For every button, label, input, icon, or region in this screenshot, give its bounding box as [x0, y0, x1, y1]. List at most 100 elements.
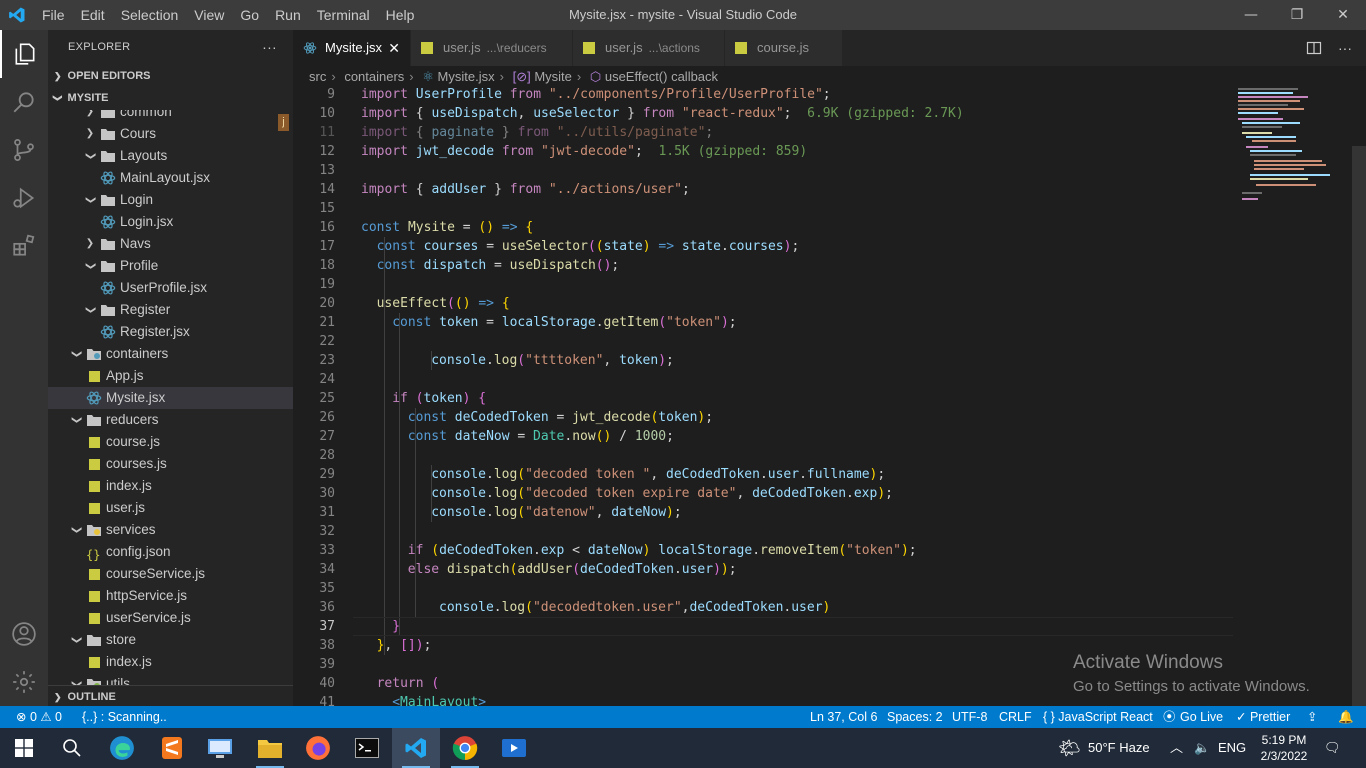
tab-label: user.js: [605, 40, 643, 55]
tree-item[interactable]: ❯ Login: [48, 189, 293, 211]
tab-user-js-reducers[interactable]: user.js ...\reducers: [411, 30, 573, 66]
more-actions-button[interactable]: ···: [262, 30, 277, 65]
menu-view[interactable]: View: [186, 0, 232, 30]
clock[interactable]: 5:19 PM 2/3/2022: [1256, 728, 1312, 768]
start-button[interactable]: [0, 728, 48, 768]
tree-item[interactable]: ❯ services: [48, 519, 293, 541]
manage-activity-button[interactable]: [0, 658, 48, 706]
explorer-activity-button[interactable]: [0, 30, 48, 78]
tree-item[interactable]: index.js: [48, 651, 293, 673]
language-mode[interactable]: { } JavaScript React: [1043, 706, 1153, 728]
chevron-right-icon: ❯: [85, 110, 95, 117]
project-section[interactable]: ❯ MYSITE: [48, 87, 293, 109]
volume-icon[interactable]: 🔈: [1194, 728, 1210, 768]
more-actions-icon[interactable]: ···: [1338, 40, 1352, 56]
tree-item[interactable]: Mysite.jsx: [48, 387, 293, 409]
weather-text[interactable]: 50°F Haze: [1088, 728, 1150, 768]
media-taskbar-button[interactable]: [490, 728, 538, 768]
tree-item[interactable]: ❯ Profile: [48, 255, 293, 277]
indentation[interactable]: Spaces: 2: [887, 706, 943, 728]
sublime-taskbar-button[interactable]: [148, 728, 196, 768]
chevron-up-icon[interactable]: ︿: [1170, 728, 1183, 768]
search-taskbar-button[interactable]: [48, 728, 96, 768]
restore-button[interactable]: ❐: [1274, 0, 1320, 30]
tree-item[interactable]: App.js: [48, 365, 293, 387]
accounts-activity-button[interactable]: [0, 610, 48, 658]
terminal-taskbar-button[interactable]: [343, 728, 391, 768]
scanning-status[interactable]: {..} : Scanning..: [82, 706, 167, 728]
edge-taskbar-button[interactable]: [98, 728, 146, 768]
code-token: "token": [666, 315, 721, 330]
open-editors-section[interactable]: ❯ OPEN EDITORS: [48, 65, 293, 87]
menu-edit[interactable]: Edit: [73, 0, 113, 30]
file-explorer-taskbar-button[interactable]: [246, 728, 294, 768]
source-control-activity-button[interactable]: [0, 126, 48, 174]
code-token: ,: [517, 106, 534, 121]
code-token: ;: [705, 410, 714, 425]
tree-item[interactable]: courseService.js: [48, 563, 293, 585]
tree-item[interactable]: courses.js: [48, 453, 293, 475]
tree-item[interactable]: index.js: [48, 475, 293, 497]
outline-section[interactable]: ❯ OUTLINE: [48, 685, 293, 706]
go-live-button[interactable]: Go Live: [1180, 706, 1223, 728]
breadcrumb-containers[interactable]: containers: [344, 69, 404, 84]
line-ending[interactable]: CRLF: [999, 706, 1032, 728]
firefox-taskbar-button[interactable]: [294, 728, 342, 768]
action-center-icon[interactable]: 🗨: [1324, 728, 1341, 768]
code-token: 1000: [634, 429, 667, 444]
tree-item[interactable]: course.js: [48, 431, 293, 453]
notifications-icon[interactable]: 🔔: [1338, 706, 1354, 728]
input-language[interactable]: ENG: [1218, 728, 1246, 768]
close-window-button[interactable]: ✕: [1320, 0, 1366, 30]
code-token: ;: [666, 429, 674, 444]
encoding[interactable]: UTF-8: [952, 706, 987, 728]
feedback-icon[interactable]: ⇪: [1307, 706, 1317, 728]
tree-item[interactable]: MainLayout.jsx: [48, 167, 293, 189]
cursor-position[interactable]: Ln 37, Col 6: [810, 706, 877, 728]
split-editor-icon[interactable]: [1306, 40, 1322, 56]
vscode-taskbar-button[interactable]: [392, 728, 440, 768]
extensions-activity-button[interactable]: [0, 222, 48, 270]
tab-mysite-jsx[interactable]: Mysite.jsx ✕: [293, 30, 411, 66]
tree-item[interactable]: ❯ Cours: [48, 123, 293, 145]
breadcrumb-symbol[interactable]: Mysite: [534, 69, 572, 84]
menu-help[interactable]: Help: [378, 0, 423, 30]
close-tab-icon[interactable]: ✕: [388, 30, 400, 66]
tree-item[interactable]: ❯ Register: [48, 299, 293, 321]
tree-item[interactable]: ❯ Navs: [48, 233, 293, 255]
tree-item[interactable]: Register.jsx: [48, 321, 293, 343]
breadcrumb-callback[interactable]: useEffect() callback: [605, 69, 718, 84]
menu-go[interactable]: Go: [232, 0, 267, 30]
tree-item[interactable]: Login.jsx: [48, 211, 293, 233]
code-editor[interactable]: 9 import UserProfile from "../components/…: [293, 88, 1366, 706]
tree-item[interactable]: ❯ common: [48, 110, 293, 123]
prettier-status[interactable]: ✓ Prettier: [1236, 706, 1290, 728]
tree-item[interactable]: ❯ containers: [48, 343, 293, 365]
code-token: (: [658, 315, 667, 330]
tree-item[interactable]: ❯ Layouts: [48, 145, 293, 167]
menu-file[interactable]: File: [34, 0, 73, 30]
tree-item[interactable]: ❯ store: [48, 629, 293, 651]
menu-selection[interactable]: Selection: [113, 0, 187, 30]
remote-desktop-taskbar-button[interactable]: [196, 728, 244, 768]
menu-run[interactable]: Run: [267, 0, 309, 30]
vertical-scrollbar[interactable]: [1352, 146, 1366, 706]
tree-item[interactable]: user.js: [48, 497, 293, 519]
tab-user-js-actions[interactable]: user.js ...\actions: [573, 30, 725, 66]
breadcrumb-file[interactable]: Mysite.jsx: [438, 69, 495, 84]
run-debug-activity-button[interactable]: [0, 174, 48, 222]
tree-item[interactable]: ❯ reducers: [48, 409, 293, 431]
minimap[interactable]: [1238, 88, 1348, 208]
tree-item[interactable]: userService.js: [48, 607, 293, 629]
search-activity-button[interactable]: [0, 78, 48, 126]
minimize-button[interactable]: —: [1228, 0, 1274, 30]
tree-item[interactable]: httpService.js: [48, 585, 293, 607]
tree-item[interactable]: UserProfile.jsx: [48, 277, 293, 299]
menu-terminal[interactable]: Terminal: [309, 0, 378, 30]
code-token: deCodedToken: [689, 600, 784, 615]
tab-course-js[interactable]: course.js: [725, 30, 843, 66]
problems-indicator[interactable]: ⊗ 0 ⚠ 0: [16, 706, 62, 728]
breadcrumb-src[interactable]: src: [309, 69, 326, 84]
tree-item[interactable]: {} config.json: [48, 541, 293, 563]
chrome-taskbar-button[interactable]: [441, 728, 489, 768]
